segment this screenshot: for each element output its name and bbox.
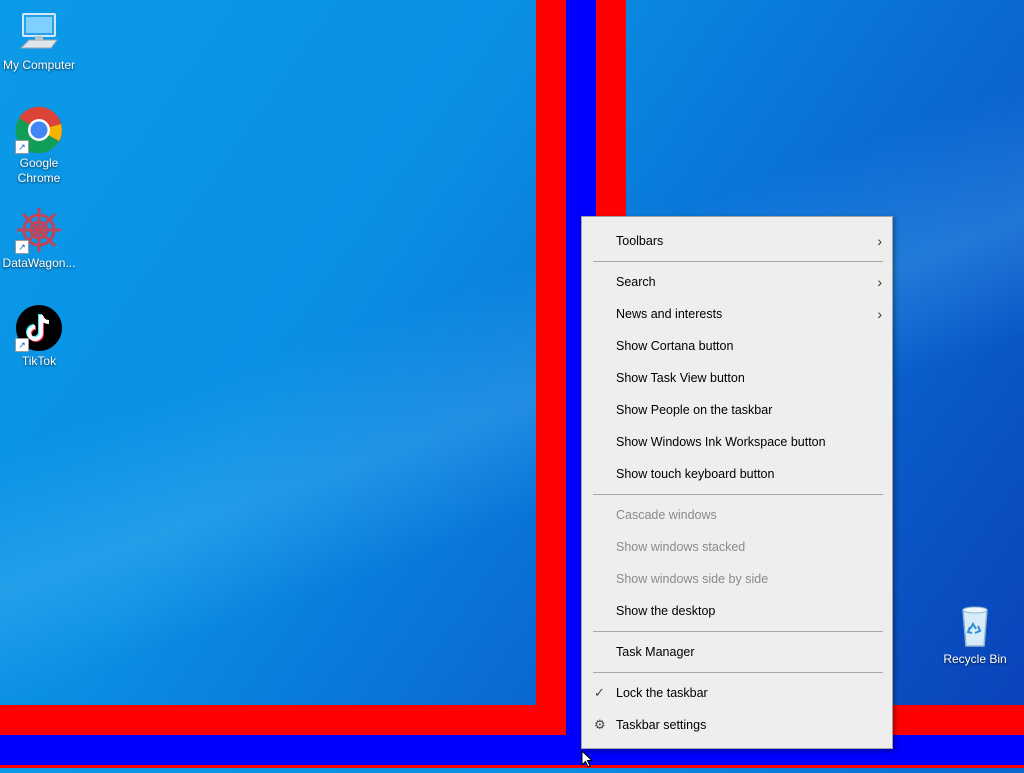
menu-item-label: Toolbars [616, 234, 664, 248]
mouse-cursor-icon [581, 749, 594, 773]
menu-item-label: Show Cortana button [616, 339, 734, 353]
menu-item-show-windows-stacked: Show windows stacked [582, 532, 892, 562]
menu-item-label: Show Task View button [616, 371, 745, 385]
red-stripe-horizontal-left [0, 705, 536, 735]
menu-item-label: Task Manager [616, 645, 695, 659]
menu-item-label: Taskbar settings [616, 718, 707, 732]
taskbar-context-menu: Toolbars › Search › News and interests ›… [581, 216, 893, 749]
gear-icon: ⚙ [594, 717, 606, 732]
desktop-icon-recycle-bin[interactable]: Recycle Bin [936, 602, 1014, 667]
menu-item-news-and-interests[interactable]: News and interests › [582, 299, 892, 329]
menu-item-label: Show windows stacked [616, 540, 746, 554]
red-stripe-horizontal-right [893, 705, 1024, 735]
chevron-right-icon: › [877, 274, 882, 290]
menu-item-show-people[interactable]: Show People on the taskbar [582, 395, 892, 425]
menu-item-toolbars[interactable]: Toolbars › [582, 226, 892, 256]
menu-item-search[interactable]: Search › [582, 267, 892, 297]
menu-item-label: Show Windows Ink Workspace button [616, 435, 826, 449]
menu-item-show-task-view-button[interactable]: Show Task View button [582, 363, 892, 393]
computer-icon [15, 8, 63, 56]
tiktok-icon: ↗ [15, 304, 63, 352]
menu-item-lock-the-taskbar[interactable]: ✓ Lock the taskbar [582, 678, 892, 708]
desktop-icon-label: My Computer [2, 58, 76, 72]
checkmark-icon: ✓ [594, 685, 605, 700]
menu-item-label: Show People on the taskbar [616, 403, 773, 417]
menu-item-label: Show windows side by side [616, 572, 769, 586]
menu-separator [593, 672, 883, 673]
desktop-icon-label: Google Chrome [17, 156, 61, 185]
recycle-bin-icon [951, 602, 999, 650]
chevron-right-icon: › [877, 306, 882, 322]
desktop-icon-label: DataWagon... [2, 256, 76, 270]
menu-item-taskbar-settings[interactable]: ⚙ Taskbar settings [582, 710, 892, 740]
menu-item-task-manager[interactable]: Task Manager [582, 637, 892, 667]
menu-item-label: Show the desktop [616, 604, 716, 618]
menu-separator [593, 494, 883, 495]
desktop-icon-label: Recycle Bin [943, 652, 1007, 666]
menu-item-label: News and interests [616, 307, 723, 321]
shortcut-arrow-icon: ↗ [15, 140, 29, 154]
menu-item-show-touch-keyboard[interactable]: Show touch keyboard button [582, 459, 892, 489]
chrome-icon: ↗ [15, 106, 63, 154]
menu-item-show-windows-ink[interactable]: Show Windows Ink Workspace button [582, 427, 892, 457]
menu-item-label: Search [616, 275, 656, 289]
menu-separator [593, 261, 883, 262]
menu-item-show-cortana-button[interactable]: Show Cortana button [582, 331, 892, 361]
desktop-icon-my-computer[interactable]: My Computer [0, 8, 78, 73]
datawagon-icon: ↗ [15, 206, 63, 254]
desktop-icon-datawagon[interactable]: ↗ DataWagon... [0, 206, 78, 271]
shortcut-arrow-icon: ↗ [15, 338, 29, 352]
desktop-icon-google-chrome[interactable]: ↗ Google Chrome [0, 106, 78, 186]
red-stripe-vertical-right [596, 0, 626, 216]
shortcut-arrow-icon: ↗ [15, 240, 29, 254]
desktop-icon-tiktok[interactable]: ↗ TikTok [0, 304, 78, 369]
red-stripe-vertical-left [536, 0, 566, 735]
menu-item-label: Lock the taskbar [616, 686, 708, 700]
menu-item-label: Show touch keyboard button [616, 467, 775, 481]
menu-item-show-the-desktop[interactable]: Show the desktop [582, 596, 892, 626]
menu-separator [593, 631, 883, 632]
chevron-right-icon: › [877, 233, 882, 249]
menu-item-cascade-windows: Cascade windows [582, 500, 892, 530]
menu-item-show-windows-side-by-side: Show windows side by side [582, 564, 892, 594]
menu-item-label: Cascade windows [616, 508, 717, 522]
desktop-icon-label: TikTok [21, 354, 57, 368]
